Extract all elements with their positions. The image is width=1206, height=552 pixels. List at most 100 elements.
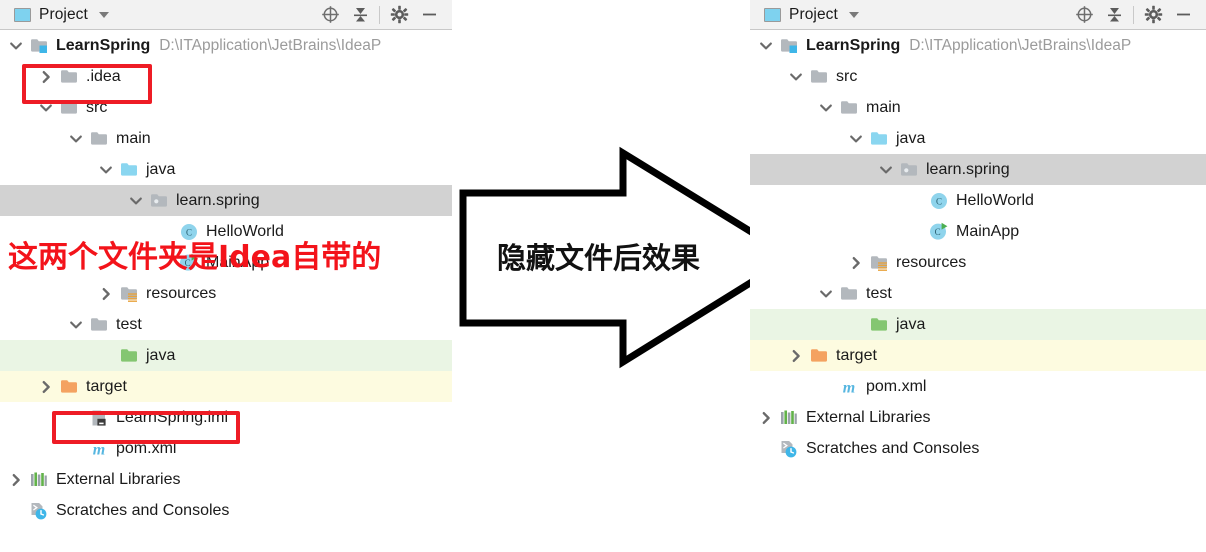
tree-row-label: test [866, 284, 892, 302]
tree-row[interactable]: test [750, 278, 1206, 309]
chevron-down-icon[interactable] [844, 132, 868, 146]
runnable-class-icon: C [928, 222, 950, 241]
tree-row-label: target [836, 346, 877, 364]
arrow-label: 隐藏文件后效果 [497, 241, 701, 275]
tree-row[interactable]: External Libraries [0, 464, 452, 495]
tree-row[interactable]: java [0, 154, 452, 185]
tree-row[interactable]: C MainApp [750, 216, 1206, 247]
tree-row[interactable]: External Libraries [750, 402, 1206, 433]
tree-row[interactable]: resources [0, 278, 452, 309]
folder-icon [808, 68, 830, 85]
tree-row[interactable]: src [0, 92, 452, 123]
tree-row[interactable]: .idea [0, 61, 452, 92]
locate-icon[interactable] [1069, 0, 1099, 29]
tree-row[interactable]: LearnSpring.iml [0, 402, 452, 433]
tree-row-label: HelloWorld [956, 191, 1034, 209]
chevron-down-icon[interactable] [814, 287, 838, 301]
chevron-down-icon[interactable] [64, 132, 88, 146]
chevron-down-icon[interactable] [124, 194, 148, 208]
chevron-down-icon[interactable] [784, 70, 808, 84]
project-tool-window-header[interactable]: Project [0, 6, 109, 24]
chevron-down-icon[interactable] [754, 39, 778, 53]
folder-icon [88, 130, 110, 147]
minimize-icon[interactable] [1168, 0, 1198, 29]
toolbar-actions-right [1069, 0, 1198, 29]
screenshot-root: Project LearnSpring D:\ITApplication\Jet… [0, 0, 1206, 552]
chevron-down-icon[interactable] [848, 11, 859, 18]
project-tool-window-header-right[interactable]: Project [750, 6, 859, 24]
tree-row[interactable]: C HelloWorld [750, 185, 1206, 216]
project-tree-before[interactable]: LearnSpring D:\ITApplication\JetBrains\Id… [0, 30, 452, 526]
chevron-down-icon[interactable] [814, 101, 838, 115]
project-panel-before: Project LearnSpring D:\ITApplication\Jet… [0, 0, 452, 552]
svg-text:m: m [93, 441, 105, 458]
chevron-down-icon[interactable] [64, 318, 88, 332]
minimize-icon[interactable] [414, 0, 444, 29]
tree-row[interactable]: target [0, 371, 452, 402]
chevron-right-icon[interactable] [4, 473, 28, 487]
resources-folder-icon [868, 254, 890, 272]
tree-row[interactable]: src [750, 61, 1206, 92]
tool-window-title: Project [39, 5, 88, 23]
tree-row[interactable]: LearnSpring D:\ITApplication\JetBrains\Id… [0, 30, 452, 61]
chevron-down-icon[interactable] [94, 163, 118, 177]
chevron-right-icon[interactable] [754, 411, 778, 425]
folder-icon [88, 316, 110, 333]
locate-icon[interactable] [315, 0, 345, 29]
tree-row[interactable]: Scratches and Consoles [750, 433, 1206, 464]
class-icon: C [928, 192, 950, 210]
tree-row-label: learn.spring [176, 191, 260, 209]
chevron-right-icon[interactable] [844, 256, 868, 270]
tree-row[interactable]: main [750, 92, 1206, 123]
chevron-down-icon[interactable] [34, 101, 58, 115]
source-folder-icon [118, 161, 140, 178]
tree-row[interactable]: target [750, 340, 1206, 371]
chevron-right-icon[interactable] [94, 287, 118, 301]
collapse-all-icon[interactable] [345, 0, 375, 29]
svg-text:C: C [935, 227, 941, 237]
source-folder-icon [868, 130, 890, 147]
tree-row[interactable]: resources [750, 247, 1206, 278]
chevron-down-icon[interactable] [4, 39, 28, 53]
tree-row-label: MainApp [956, 222, 1020, 240]
tree-row[interactable]: test [0, 309, 452, 340]
tree-row[interactable]: java [0, 340, 452, 371]
tree-row[interactable]: java [750, 123, 1206, 154]
tree-row[interactable]: m pom.xml [750, 371, 1206, 402]
toolbar-separator [1133, 5, 1134, 24]
tree-row-label: pom.xml [866, 377, 927, 395]
project-path-label: D:\ITApplication\JetBrains\IdeaP [159, 36, 382, 54]
tree-row-label: pom.xml [116, 439, 177, 457]
tree-row-label: src [86, 98, 108, 116]
chevron-down-icon[interactable] [874, 163, 898, 177]
tool-window-title: Project [789, 5, 838, 23]
project-tree-after[interactable]: LearnSpring D:\ITApplication\JetBrains\Id… [750, 30, 1206, 464]
tree-row[interactable]: m pom.xml [0, 433, 452, 464]
project-icon [14, 7, 31, 22]
gear-icon[interactable] [1138, 0, 1168, 29]
collapse-all-icon[interactable] [1099, 0, 1129, 29]
tree-row[interactable]: learn.spring [750, 154, 1206, 185]
resources-folder-icon [118, 285, 140, 303]
maven-file-icon: m [838, 378, 860, 396]
tree-row[interactable]: Scratches and Consoles [0, 495, 452, 526]
tree-row-label: LearnSpring.iml [116, 408, 229, 426]
svg-text:C: C [936, 196, 942, 206]
gear-icon[interactable] [384, 0, 414, 29]
tree-row[interactable]: LearnSpring D:\ITApplication\JetBrains\Id… [750, 30, 1206, 61]
tree-row-label: learn.spring [926, 160, 1010, 178]
project-path-label: D:\ITApplication\JetBrains\IdeaP [909, 36, 1132, 54]
tree-row-label: src [836, 67, 858, 85]
chevron-right-icon[interactable] [34, 70, 58, 84]
tree-row-label: java [146, 160, 176, 178]
toolbar-right: Project [750, 0, 1206, 30]
tree-row[interactable]: learn.spring [0, 185, 452, 216]
tree-row[interactable]: java [750, 309, 1206, 340]
chevron-down-icon[interactable] [98, 11, 109, 18]
chevron-right-icon[interactable] [34, 380, 58, 394]
tree-row[interactable]: main [0, 123, 452, 154]
folder-icon [838, 285, 860, 302]
chevron-right-icon[interactable] [784, 349, 808, 363]
tree-row-label: External Libraries [806, 408, 931, 426]
tree-row-label: java [896, 129, 926, 147]
